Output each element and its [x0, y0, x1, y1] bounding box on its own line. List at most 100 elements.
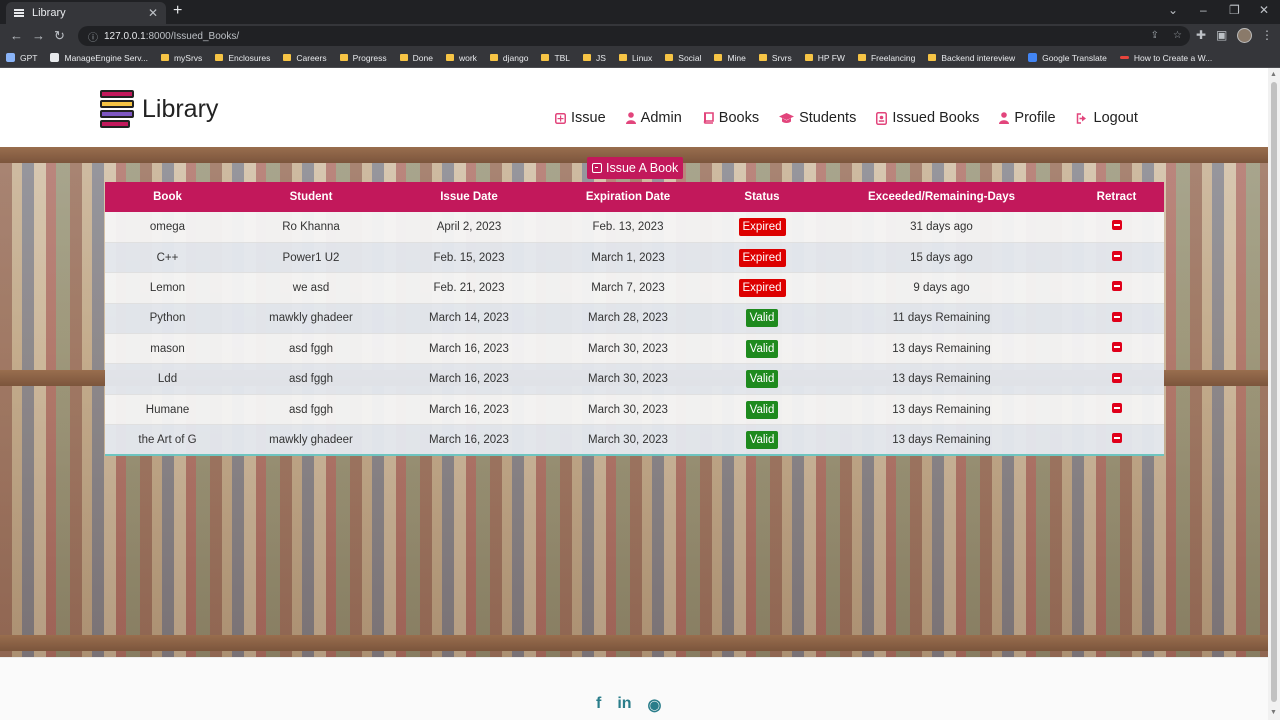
student-cell[interactable]: we asd [230, 273, 392, 303]
student-cell[interactable]: mawkly ghadeer [230, 425, 392, 455]
status-badge: Expired [738, 217, 786, 236]
bookmark-item[interactable]: Google Translate [1028, 53, 1107, 63]
back-icon[interactable]: ← [10, 28, 23, 43]
share-icon[interactable]: ⇪ [1151, 30, 1159, 41]
scroll-down-icon[interactable]: ▼ [1270, 709, 1277, 716]
dash-icon [1119, 56, 1129, 59]
site-info-icon[interactable]: ⓘ [88, 29, 98, 44]
book-cell[interactable]: the Art of G [105, 425, 230, 455]
book-cell[interactable]: mason [105, 334, 230, 364]
issue-a-book-button[interactable]: Issue A Book [587, 157, 684, 179]
student-cell[interactable]: Power1 U2 [230, 242, 392, 272]
retract-minus-icon[interactable] [1111, 342, 1122, 353]
book-cell[interactable]: Python [105, 303, 230, 333]
browser-menu-icon[interactable]: ⋮ [1261, 28, 1273, 42]
minimize-icon[interactable]: – [1200, 3, 1207, 17]
issued-books-table: Book Student Issue Date Expiration Date … [105, 182, 1164, 456]
table-header-row: Book Student Issue Date Expiration Date … [105, 182, 1164, 212]
bookmark-folder[interactable]: TBL [541, 53, 570, 63]
bookmark-folder[interactable]: work [445, 53, 477, 63]
github-icon[interactable]: ◉ [648, 695, 662, 715]
book-cell[interactable]: Lemon [105, 273, 230, 303]
book-cell[interactable]: Humane [105, 394, 230, 424]
expiration-date-cell: March 30, 2023 [588, 433, 668, 446]
bookmark-folder[interactable]: HP FW [804, 53, 845, 63]
student-cell[interactable]: asd fggh [230, 334, 392, 364]
retract-minus-icon[interactable] [1111, 251, 1122, 262]
book-cell[interactable]: C++ [105, 242, 230, 272]
retract-minus-icon[interactable] [1111, 403, 1122, 414]
folder-icon [160, 54, 169, 61]
scrollbar-thumb[interactable] [1271, 82, 1277, 702]
book-cell[interactable]: omega [105, 212, 230, 242]
bookmark-folder[interactable]: Careers [283, 53, 327, 63]
profile-avatar[interactable] [1237, 28, 1252, 43]
bookmark-folder[interactable]: mySrvs [160, 53, 202, 63]
bookmark-folder[interactable]: Done [399, 53, 433, 63]
gpt-icon [6, 53, 15, 62]
retract-minus-icon[interactable] [1111, 281, 1122, 292]
address-bar[interactable]: ⓘ 127.0.0.1:8000/Issued_Books/ ⇪ ☆ [78, 26, 1190, 46]
retract-cell [1069, 303, 1164, 333]
status-badge: Expired [738, 278, 786, 297]
retract-minus-icon[interactable] [1111, 433, 1122, 444]
nav-logout-label: Logout [1093, 110, 1138, 126]
graduation-cap-icon [779, 112, 795, 124]
bookmark-item[interactable]: How to Create a W... [1119, 53, 1212, 63]
expiration-date-cell: March 30, 2023 [588, 342, 668, 355]
retract-minus-icon[interactable] [1111, 220, 1122, 231]
side-panel-icon[interactable]: ▣ [1216, 28, 1227, 42]
nav-books[interactable]: Books [702, 110, 759, 126]
manageengine-icon [50, 53, 60, 62]
table-row: the Art of G mawkly ghadeer March 16, 20… [105, 424, 1164, 456]
bookmark-folder[interactable]: Linux [618, 53, 652, 63]
status-badge: Valid [745, 430, 779, 449]
main-nav: Issue Admin Books Students Issued Books … [555, 110, 1158, 126]
nav-profile[interactable]: Profile [999, 110, 1056, 126]
bookmark-item[interactable]: ManageEngine Serv... [50, 53, 148, 63]
column-header-status: Status [744, 191, 780, 203]
scroll-up-icon[interactable]: ▲ [1270, 71, 1277, 78]
facebook-icon[interactable]: f [596, 695, 601, 715]
nav-students[interactable]: Students [779, 110, 856, 126]
bookmark-folder[interactable]: JS [583, 53, 606, 63]
retract-minus-icon[interactable] [1111, 372, 1122, 383]
bookmark-folder[interactable]: Social [665, 53, 701, 63]
page-scrollbar[interactable]: ▲ ▼ [1268, 68, 1280, 720]
nav-issue[interactable]: Issue [555, 110, 606, 126]
linkedin-icon[interactable]: in [617, 695, 631, 715]
bookmark-folder[interactable]: Progress [339, 53, 387, 63]
browser-tab[interactable]: Library ✕ [6, 2, 166, 24]
nav-logout[interactable]: Logout [1076, 110, 1138, 126]
nav-issued-books-label: Issued Books [892, 110, 980, 126]
nav-issued-books[interactable]: Issued Books [876, 110, 979, 126]
bookmark-star-icon[interactable]: ☆ [1173, 30, 1182, 41]
bookmark-folder[interactable]: Freelancing [857, 53, 915, 63]
new-tab-button[interactable]: + [173, 3, 182, 19]
student-cell[interactable]: asd fggh [230, 394, 392, 424]
tab-search-icon[interactable]: ⌄ [1168, 3, 1178, 17]
extensions-icon[interactable]: ✚ [1196, 28, 1206, 42]
window-close-icon[interactable]: ✕ [1259, 3, 1269, 17]
bookmark-folder[interactable]: django [489, 53, 528, 63]
retract-minus-icon[interactable] [1111, 311, 1122, 322]
bookmark-folder[interactable]: Mine [714, 53, 746, 63]
student-cell[interactable]: Ro Khanna [230, 212, 392, 242]
bookmark-folder[interactable]: Enclosures [215, 53, 270, 63]
book-cell[interactable]: Ldd [105, 364, 230, 394]
google-translate-icon [1028, 53, 1038, 62]
student-cell[interactable]: mawkly ghadeer [230, 303, 392, 333]
bookmark-folder[interactable]: Backend intereview [928, 53, 1015, 63]
issue-date-cell: March 16, 2023 [429, 403, 509, 416]
restore-icon[interactable]: ❐ [1229, 3, 1240, 17]
nav-admin[interactable]: Admin [625, 110, 682, 126]
student-cell[interactable]: asd fggh [230, 364, 392, 394]
books-stack-icon [100, 90, 136, 128]
forward-icon[interactable]: → [32, 28, 45, 43]
reload-icon[interactable]: ↻ [54, 28, 65, 44]
bookmark-item[interactable]: GPT [6, 53, 37, 63]
brand[interactable]: Library [100, 90, 218, 128]
tab-close-icon[interactable]: ✕ [148, 6, 158, 20]
bookmark-folder[interactable]: Srvrs [758, 53, 792, 63]
status-badge: Valid [745, 339, 779, 358]
